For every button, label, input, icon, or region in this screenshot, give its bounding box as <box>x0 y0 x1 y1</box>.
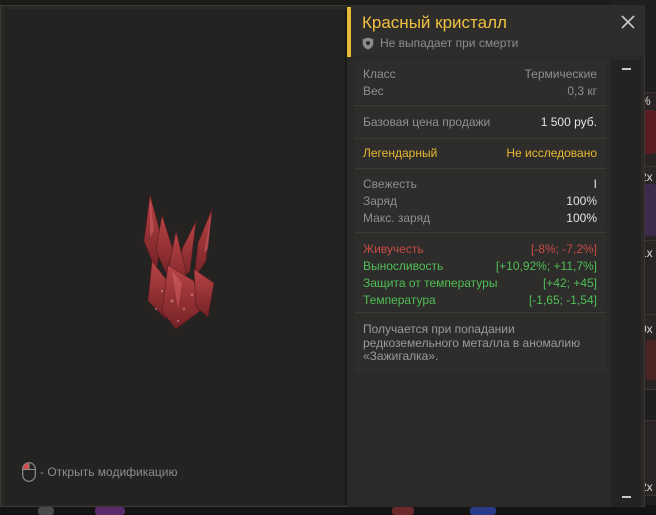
effect-value: [-1,65; -1,54] <box>528 293 597 307</box>
effect-row-vitality: Живучесть [-8%; -7,2%] <box>363 241 597 257</box>
stat-row-class: Класс Термические <box>363 66 597 82</box>
rarity-row: Легендарный Не исследовано <box>363 145 597 161</box>
shield-icon <box>362 37 374 49</box>
inventory-item-icon <box>646 340 656 380</box>
effect-value: [-8%; -7,2%] <box>530 242 597 256</box>
item-title: Красный кристалл <box>362 13 507 32</box>
price-label: Базовая цена продажи <box>363 115 491 129</box>
drop-status: Не выпадает при смерти <box>362 36 518 50</box>
effect-label: Выносливость <box>363 259 444 273</box>
rarity-label: Легендарный <box>363 146 438 160</box>
modification-hint: - Открыть модификацию <box>22 462 178 482</box>
stat-row-charge: Заряд 100% <box>363 193 597 209</box>
stat-value: 100% <box>566 211 597 225</box>
mouse-icon <box>22 462 36 482</box>
inventory-item-icon <box>95 507 125 515</box>
price-value: 1 500 руб. <box>540 115 597 129</box>
stat-row-max-charge: Макс. заряд 100% <box>363 210 597 226</box>
stat-value: I <box>593 177 597 191</box>
stat-label: Вес <box>363 84 384 98</box>
drop-status-text: Не выпадает при смерти <box>380 36 519 50</box>
stat-value: Термические <box>524 67 597 81</box>
stat-label: Заряд <box>363 194 397 208</box>
effect-row-temperature: Температура [-1,65; -1,54] <box>363 292 597 308</box>
item-description: Получается при попадании редкоземельного… <box>363 322 581 363</box>
scrollbar[interactable] <box>611 60 641 507</box>
stat-value: 0,3 кг <box>567 84 597 98</box>
scrollbar-top-cap[interactable] <box>622 68 631 70</box>
stat-label: Макс. заряд <box>363 211 431 225</box>
effect-row-temperature-protection: Защита от температуры [+42; +45] <box>363 275 597 291</box>
inventory-item-icon <box>38 507 54 515</box>
stat-label: Свежесть <box>363 177 417 191</box>
effect-label: Защита от температуры <box>363 276 498 290</box>
inventory-item-icon <box>644 184 656 236</box>
item-preview <box>4 9 345 505</box>
inventory-item-icon <box>392 507 414 515</box>
effect-value: [+42; +45] <box>542 276 597 290</box>
rarity-accent-bar <box>347 7 351 57</box>
stat-row-weight: Вес 0,3 кг <box>363 83 597 99</box>
effect-value: [+10,92%; +11,7%] <box>495 259 597 273</box>
price-row: Базовая цена продажи 1 500 руб. <box>363 114 597 130</box>
red-crystal-icon <box>132 191 222 341</box>
item-header: Красный кристалл Не выпадает при смерти <box>347 5 645 57</box>
inventory-item-icon <box>470 507 496 515</box>
research-status: Не исследовано <box>506 146 597 160</box>
inventory-item-icon <box>644 110 656 154</box>
close-icon[interactable] <box>620 14 636 30</box>
effect-label: Живучесть <box>363 242 424 256</box>
scrollbar-bottom-cap[interactable] <box>622 496 631 498</box>
stat-label: Класс <box>363 67 396 81</box>
stat-row-freshness: Свежесть I <box>363 176 597 192</box>
hint-text: - Открыть модификацию <box>40 465 178 479</box>
stat-value: 100% <box>566 194 597 208</box>
effect-label: Температура <box>363 293 436 307</box>
effect-row-stamina: Выносливость [+10,92%; +11,7%] <box>363 258 597 274</box>
